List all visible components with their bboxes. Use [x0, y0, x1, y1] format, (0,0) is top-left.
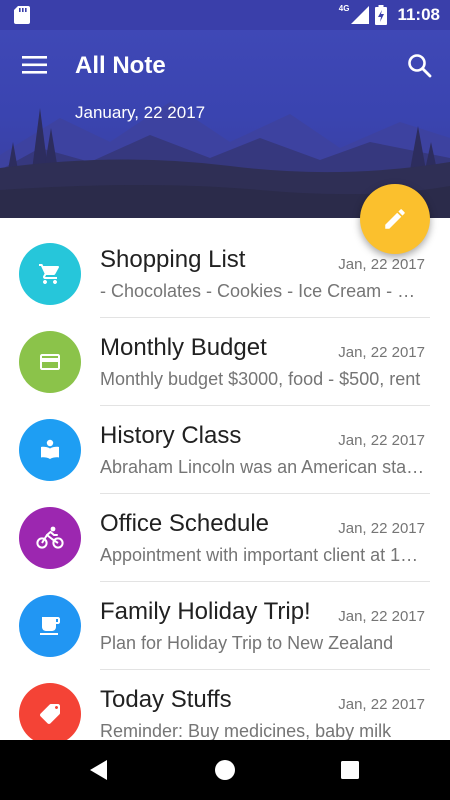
shopping-cart-icon: [39, 264, 60, 284]
back-icon: [90, 760, 107, 780]
hamburger-menu-icon: [22, 56, 47, 74]
note-date: Jan, 22 2017: [338, 608, 425, 625]
note-preview: Appointment with important client at 10 …: [100, 545, 426, 565]
recents-icon: [341, 761, 359, 779]
search-icon: [408, 54, 432, 78]
note-date: Jan, 22 2017: [338, 696, 425, 713]
signal-icon: [351, 6, 370, 24]
book-reader-icon: [41, 439, 59, 459]
note-preview: - Chocolates - Cookies - Ice Cream - Mil…: [100, 281, 426, 301]
menu-button[interactable]: [22, 54, 48, 76]
note-title: Office Schedule: [100, 510, 269, 537]
note-item-family-holiday-trip[interactable]: Family Holiday Trip! Jan, 22 2017 Plan f…: [0, 582, 450, 670]
note-avatar: [19, 243, 81, 305]
navigation-bar: [0, 740, 450, 800]
note-preview: Abraham Lincoln was an American statesma…: [100, 457, 426, 477]
sd-card-icon: [14, 6, 30, 24]
note-avatar: [19, 419, 81, 481]
search-button[interactable]: [406, 52, 434, 80]
header-date: January, 22 2017: [75, 103, 206, 122]
home-icon: [215, 760, 235, 780]
notes-list: Shopping List Jan, 22 2017 - Chocolates …: [0, 230, 450, 758]
note-item-office-schedule[interactable]: Office Schedule Jan, 22 2017 Appointment…: [0, 494, 450, 582]
note-title: History Class: [100, 422, 242, 449]
note-title: Today Stuffs: [100, 686, 232, 713]
network-type: 4G: [338, 3, 350, 13]
tag-icon: [40, 704, 60, 724]
note-avatar: [19, 595, 81, 657]
note-date: Jan, 22 2017: [338, 256, 425, 273]
back-button[interactable]: [87, 758, 113, 782]
note-avatar: [19, 683, 81, 745]
clock: 11:08: [397, 5, 440, 24]
note-title: Family Holiday Trip!: [100, 598, 311, 625]
note-date: Jan, 22 2017: [338, 432, 425, 449]
page-title: All Note: [75, 52, 166, 79]
coffee-cup-icon: [40, 617, 60, 635]
battery-icon: [375, 5, 388, 25]
note-title: Shopping List: [100, 246, 246, 273]
note-item-monthly-budget[interactable]: Monthly Budget Jan, 22 2017 Monthly budg…: [0, 318, 450, 406]
note-avatar: [19, 507, 81, 569]
note-date: Jan, 22 2017: [338, 344, 425, 361]
note-preview: Reminder: Buy medicines, baby milk: [100, 721, 392, 741]
new-note-button[interactable]: [360, 184, 430, 254]
note-preview: Monthly budget $3000, food - $500, rent: [100, 369, 421, 389]
note-preview: Plan for Holiday Trip to New Zealand: [100, 633, 394, 653]
home-button[interactable]: [213, 758, 239, 782]
note-item-history-class[interactable]: History Class Jan, 22 2017 Abraham Linco…: [0, 406, 450, 494]
pencil-icon: [385, 209, 405, 229]
recents-button[interactable]: [338, 758, 364, 782]
status-bar: 4G 11:08: [0, 0, 450, 30]
bicycle-icon: [36, 526, 64, 549]
credit-card-icon: [40, 354, 60, 370]
note-date: Jan, 22 2017: [338, 520, 425, 537]
app-screen: 4G 11:08 All Note January, 22 2017 Shopp…: [0, 0, 450, 800]
note-title: Monthly Budget: [100, 334, 267, 361]
note-avatar: [19, 331, 81, 393]
